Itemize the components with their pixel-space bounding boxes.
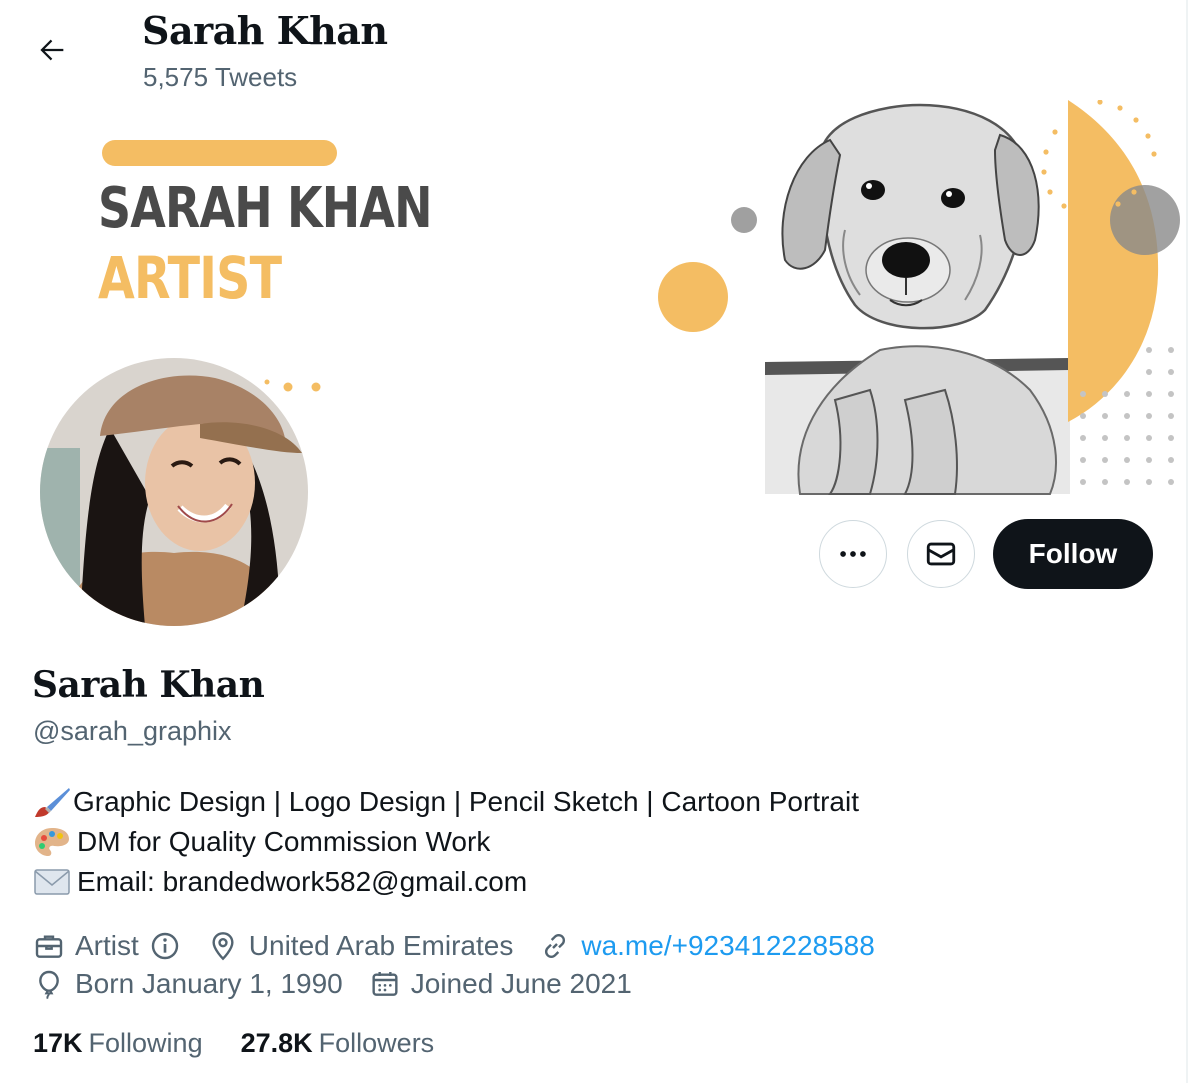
info-icon[interactable]	[149, 930, 181, 962]
profile-location: United Arab Emirates	[207, 930, 514, 962]
banner-grid-dot	[1124, 391, 1130, 397]
profile-joined-text: Joined June 2021	[410, 968, 632, 999]
location-pin-icon	[212, 932, 234, 961]
banner-grid-dot	[1168, 369, 1174, 375]
banner-grid-dot	[1102, 435, 1108, 441]
banner-grid-dot	[1168, 347, 1174, 353]
profile-website[interactable]: wa.me/+923412228588	[539, 930, 875, 962]
followers-count: 27.8K	[240, 1028, 313, 1058]
banner-grid-dot	[1168, 435, 1174, 441]
dog-sketch-image	[765, 100, 1070, 495]
envelope-icon	[926, 542, 956, 566]
arrow-left-icon	[40, 39, 64, 61]
back-button[interactable]	[24, 22, 80, 78]
profile-display-name: Sarah Khan	[32, 664, 265, 706]
profile-handle: @sarah_graphix	[33, 716, 232, 746]
envelope-emoji-icon	[34, 869, 70, 895]
avatar-orange-dots	[264, 379, 321, 392]
bio-line-3: Email: brandedwork582@gmail.com	[33, 865, 527, 899]
banner-grid-dot	[1146, 479, 1152, 485]
profile-stats: 17K Following 27.8K Followers	[33, 1028, 472, 1059]
banner-grid-dot	[1080, 435, 1086, 441]
profile-birthday-text: Born January 1, 1990	[75, 968, 343, 999]
followers-link[interactable]: 27.8K Followers	[241, 1028, 435, 1059]
follow-button[interactable]: Follow	[993, 519, 1153, 589]
bio-line-2: DM for Quality Commission Work	[33, 825, 490, 859]
banner-grid-dot	[1124, 457, 1130, 463]
banner-orange-circle	[658, 262, 728, 332]
banner-grid-dot	[1102, 413, 1108, 419]
banner-grid-dot	[1146, 391, 1152, 397]
banner-grid-dot	[1146, 347, 1152, 353]
banner-grid-dot	[1080, 413, 1086, 419]
bio-text-3: Email: brandedwork582@gmail.com	[77, 866, 528, 897]
header-tweet-count: 5,575 Tweets	[143, 62, 298, 92]
banner-grid-dot	[1102, 391, 1108, 397]
following-label: Following	[88, 1028, 203, 1058]
banner-grid-dot	[1080, 479, 1086, 485]
artist-palette-emoji-icon	[35, 828, 69, 856]
message-button[interactable]	[907, 520, 975, 588]
banner-grid-dot	[1168, 457, 1174, 463]
banner-gray-dot	[731, 207, 757, 233]
banner-grid-dot	[1146, 369, 1152, 375]
link-icon	[545, 933, 566, 959]
more-dots-icon	[840, 551, 866, 557]
profile-website-link[interactable]: wa.me/+923412228588	[581, 930, 874, 962]
bio-text-2: DM for Quality Commission Work	[77, 826, 491, 857]
balloon-icon	[39, 970, 59, 1000]
bio-text-1: Graphic Design | Logo Design | Pencil Sk…	[73, 786, 859, 817]
banner-grid-dot	[1080, 391, 1086, 397]
profile-joined: Joined June 2021	[369, 968, 632, 1000]
bio-line-1: Graphic Design | Logo Design | Pencil Sk…	[33, 785, 859, 819]
banner-orange-half-circle	[1068, 100, 1159, 422]
briefcase-icon	[35, 935, 63, 958]
banner-grid-dot	[1146, 435, 1152, 441]
profile-birthday: Born January 1, 1990	[33, 968, 343, 1000]
banner-grid-dot	[1080, 457, 1086, 463]
banner-grid-dot	[1124, 479, 1130, 485]
banner-grid-dot	[1146, 413, 1152, 419]
following-link[interactable]: 17K Following	[33, 1028, 203, 1059]
banner-grid-dot	[1168, 479, 1174, 485]
followers-label: Followers	[318, 1028, 435, 1058]
banner-grid-dot	[1124, 413, 1130, 419]
profile-meta-row-2: Born January 1, 1990 Joined June 2021	[33, 966, 658, 1002]
profile-location-text: United Arab Emirates	[248, 930, 514, 961]
banner-grid-dot	[1102, 457, 1108, 463]
more-options-button[interactable]	[819, 520, 887, 588]
following-count: 17K	[33, 1028, 83, 1058]
page-edge-divider	[1186, 0, 1188, 1083]
banner-grid-dot	[1146, 457, 1152, 463]
header-profile-name: Sarah Khan	[142, 8, 388, 53]
banner-grid-dot	[1102, 479, 1108, 485]
profile-category-text: Artist	[75, 930, 139, 961]
paintbrush-emoji-icon	[35, 788, 70, 817]
profile-category: Artist	[33, 930, 181, 962]
banner-grid-dot	[1168, 391, 1174, 397]
banner-grid-dot	[1168, 413, 1174, 419]
calendar-icon	[372, 972, 398, 996]
banner-grid-dot	[1124, 435, 1130, 441]
banner-gray-circle	[1110, 185, 1180, 255]
profile-meta-row-1: Artist United Arab Emirates wa.me/+92341…	[33, 928, 901, 964]
